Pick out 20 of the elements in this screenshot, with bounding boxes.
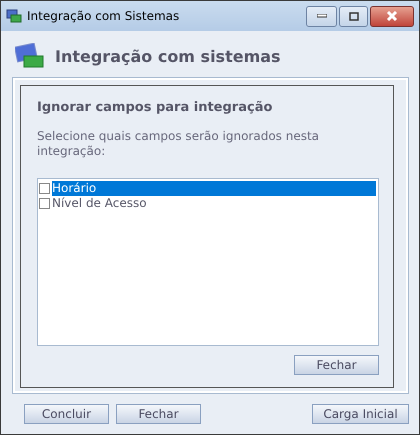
dialog-button[interactable]: Concluir xyxy=(24,404,109,424)
list-item[interactable]: Horário xyxy=(52,181,376,196)
section-title: Ignorar campos para integração xyxy=(37,100,274,115)
close-button[interactable]: Fechar xyxy=(294,355,379,375)
maximize-button[interactable] xyxy=(339,6,368,26)
list-item[interactable]: Nível de Acesso xyxy=(52,196,376,211)
checkbox[interactable] xyxy=(39,198,50,209)
minimize-icon xyxy=(316,14,326,18)
minimize-button[interactable] xyxy=(306,6,337,26)
instruction-text: Selecione quais campos serão ignorados nesta integração: xyxy=(37,129,320,159)
close-button[interactable] xyxy=(370,6,414,26)
checkbox[interactable] xyxy=(39,183,50,194)
dialog-button[interactable]: Carga Inicial xyxy=(312,404,409,424)
close-icon xyxy=(386,11,398,21)
dialog-button[interactable]: Fechar xyxy=(116,404,201,424)
app-icon xyxy=(6,9,22,23)
monitor-icon xyxy=(15,43,45,69)
page-heading: Integração com sistemas xyxy=(55,46,281,66)
maximize-icon xyxy=(348,12,358,20)
window-title: Integração com Sistemas xyxy=(27,9,180,23)
